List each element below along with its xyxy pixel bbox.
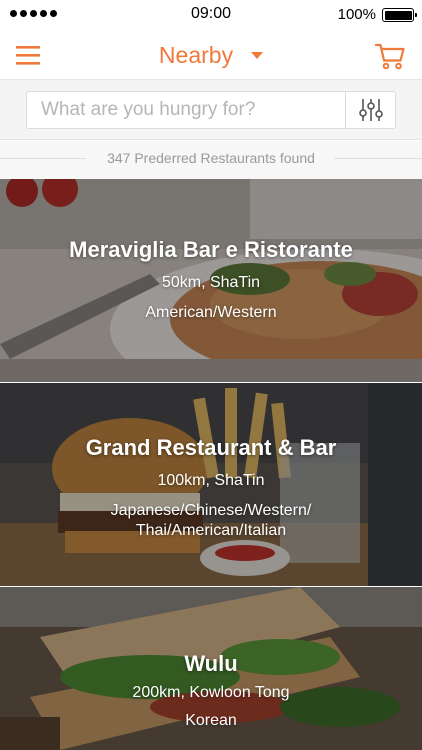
- results-count-text: 347 Prederred Restaurants found: [101, 150, 321, 166]
- status-bar: 09:00 100%: [0, 0, 422, 30]
- restaurant-cuisine: Japanese/Chinese/Western/: [110, 502, 312, 519]
- search-box: [26, 91, 396, 129]
- nav-bar: Nearby: [0, 30, 422, 80]
- results-count-row: 347 Prederred Restaurants found: [0, 141, 422, 179]
- filter-button[interactable]: [345, 92, 395, 128]
- cart-button[interactable]: [374, 39, 406, 71]
- search-bar-area: [0, 80, 422, 140]
- restaurant-distance: 50km, ShaTin: [161, 274, 261, 291]
- battery-percentage: 100%: [337, 6, 376, 23]
- restaurant-name: Wulu: [184, 651, 238, 676]
- search-input[interactable]: [27, 92, 345, 128]
- page-title: Nearby: [158, 42, 234, 68]
- restaurant-name: Meraviglia Bar e Ristorante: [69, 237, 353, 262]
- restaurant-cuisine-line-2: Thai/American/Italian: [135, 522, 287, 539]
- shopping-cart-icon: [374, 43, 405, 70]
- restaurant-cuisine: American/Western: [145, 304, 277, 321]
- restaurant-card[interactable]: Wulu 200km, Kowloon Tong Korean: [0, 587, 422, 750]
- restaurant-card[interactable]: Meraviglia Bar e Ristorante 50km, ShaTin…: [0, 179, 422, 382]
- restaurant-name: Grand Restaurant & Bar: [85, 435, 337, 460]
- restaurant-distance: 100km, ShaTin: [157, 472, 265, 489]
- restaurant-card[interactable]: Grand Restaurant & Bar 100km, ShaTin Jap…: [0, 383, 422, 586]
- chevron-down-icon: [251, 52, 264, 60]
- battery-icon: [382, 8, 417, 22]
- restaurant-cuisine: Korean: [185, 712, 237, 729]
- restaurant-distance: 200km, Kowloon Tong: [132, 684, 290, 701]
- sliders-filter-icon: [358, 99, 383, 121]
- location-dropdown[interactable]: Nearby: [0, 42, 422, 69]
